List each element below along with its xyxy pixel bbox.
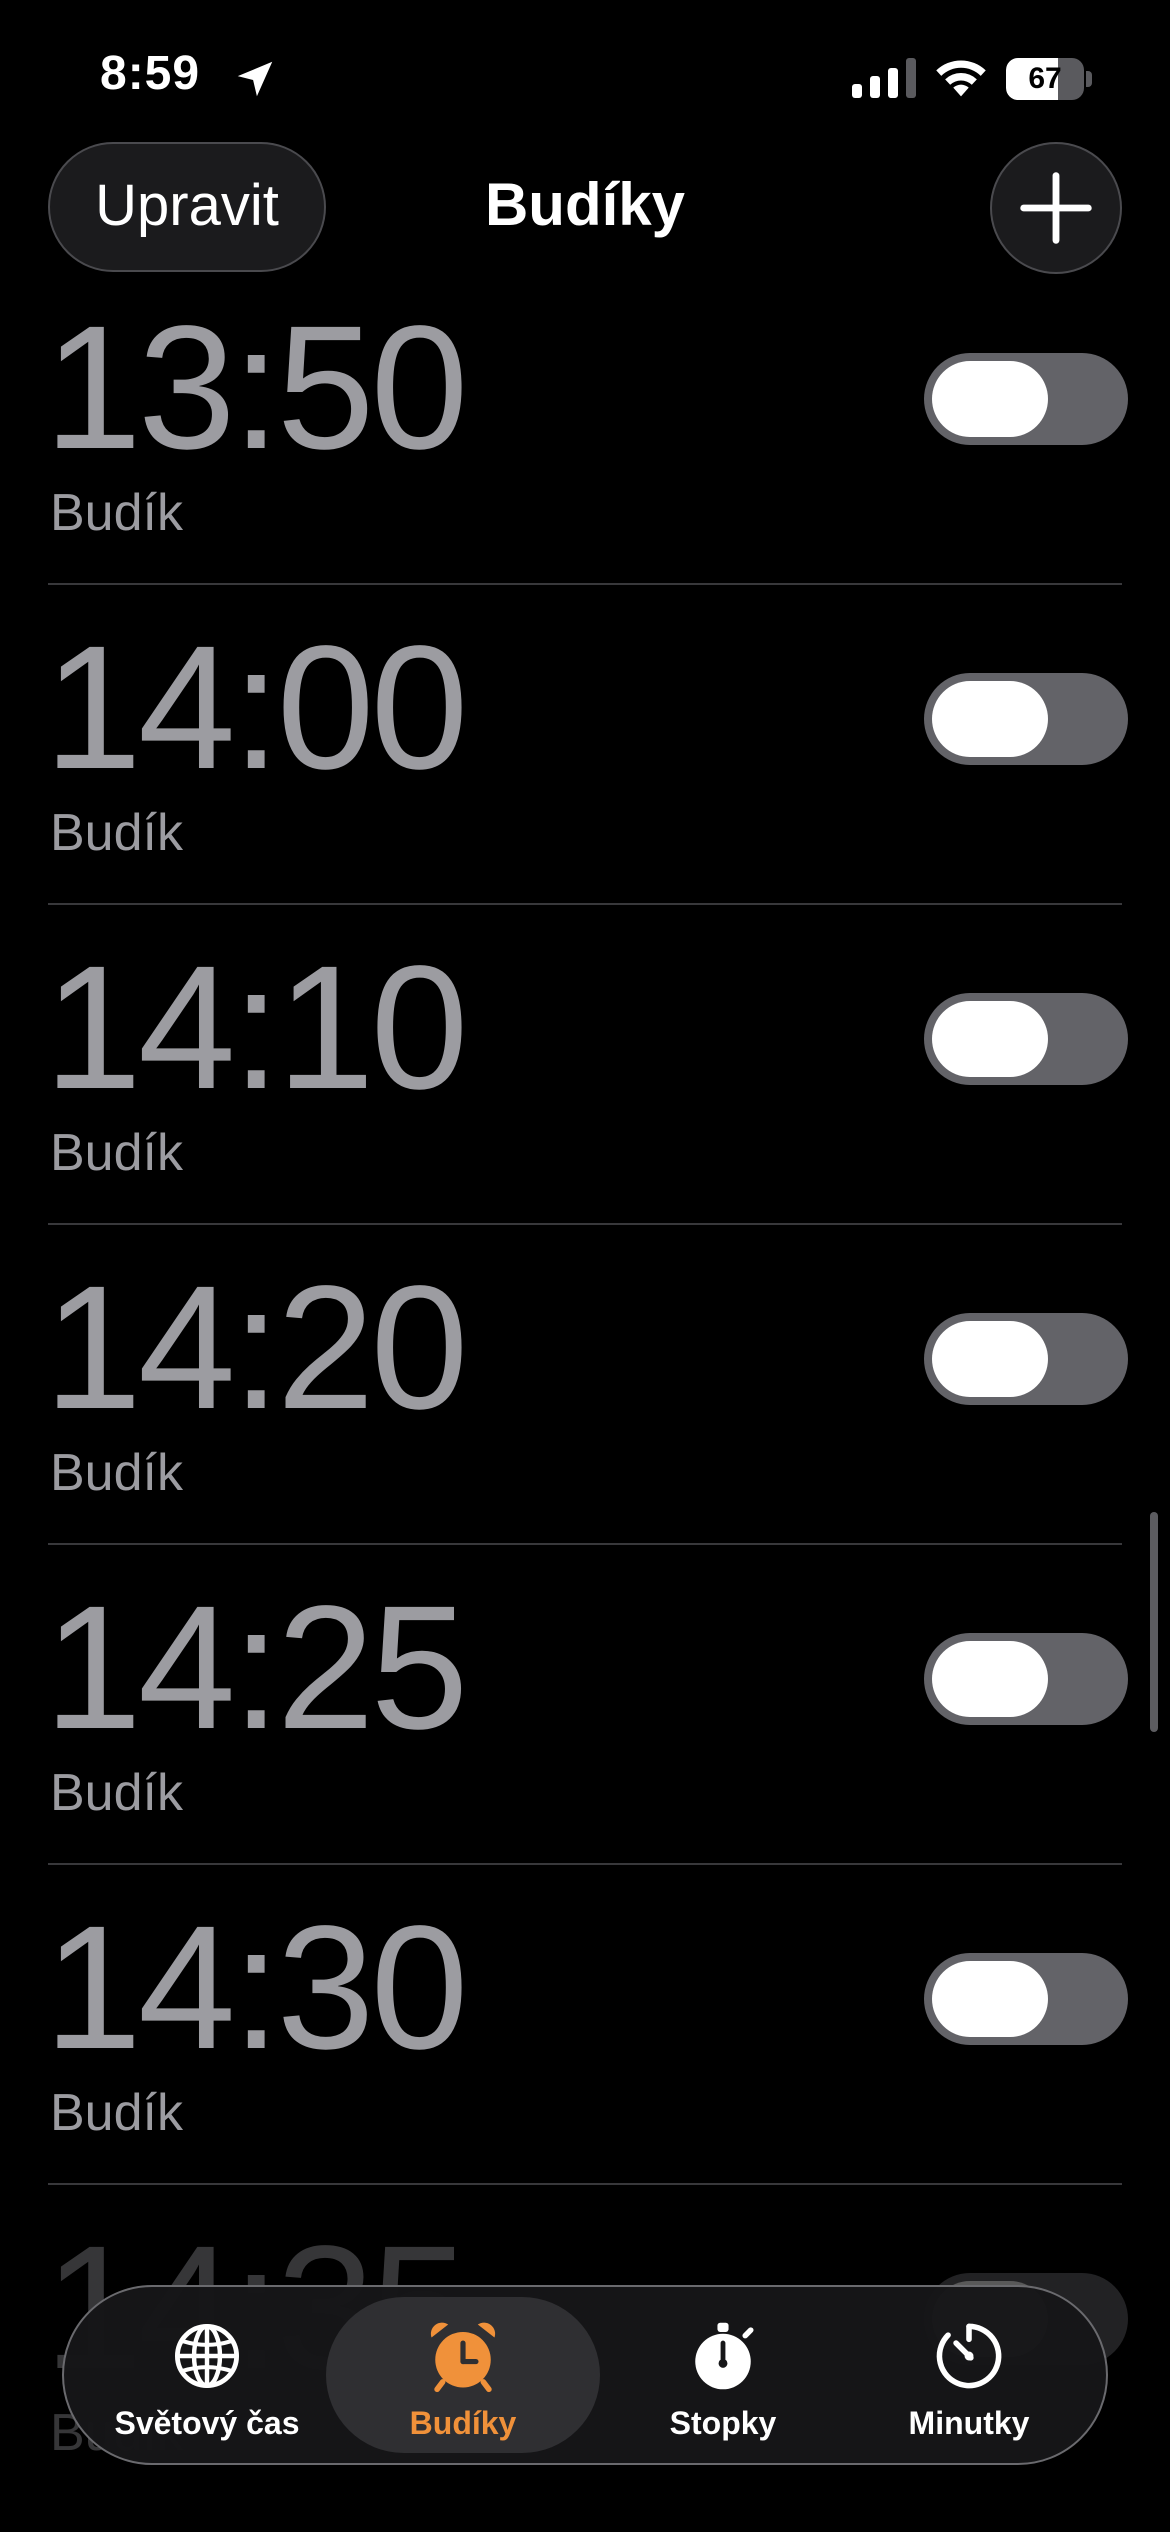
tab-bar: Světový čas Budíky Stopky Minutky [62, 2285, 1108, 2465]
alarm-toggle[interactable] [924, 1313, 1128, 1405]
tab-stopwatch[interactable]: Stopky [600, 2297, 846, 2457]
alarm-label: Budík [50, 1444, 183, 1502]
globe-icon [174, 2323, 240, 2389]
alarm-time: 14:10 [44, 930, 468, 1126]
tab-label: Stopky [669, 2405, 777, 2441]
alarm-label: Budík [50, 804, 183, 862]
timer-icon [936, 2323, 1002, 2389]
alarm-row[interactable]: 14:10 Budík [0, 905, 1170, 1225]
location-arrow-icon [237, 61, 273, 97]
toggle-knob [932, 361, 1048, 437]
status-bar: 8:59 67 [0, 0, 1170, 150]
battery-level: 67 [1028, 62, 1062, 95]
alarm-label: Budík [50, 1124, 183, 1182]
tab-label: Budíky [409, 2405, 517, 2441]
alarm-row[interactable]: 14:30 Budík [0, 1865, 1170, 2185]
add-alarm-button[interactable] [990, 142, 1122, 274]
status-time: 8:59 [100, 47, 201, 100]
alarm-clock-icon [430, 2322, 496, 2393]
tab-timer[interactable]: Minutky [846, 2297, 1092, 2457]
toggle-knob [932, 1641, 1048, 1717]
alarm-row[interactable]: 13:50 Budík [0, 265, 1170, 585]
alarm-row[interactable]: 14:20 Budík [0, 1225, 1170, 1545]
alarm-toggle[interactable] [924, 1633, 1128, 1725]
toggle-knob [932, 1001, 1048, 1077]
alarm-time: 14:25 [44, 1570, 468, 1766]
clock-app-screen: 8:59 67 Upravit Budíky 13:50 Budík 14:00… [0, 0, 1170, 2532]
toggle-knob [932, 681, 1048, 757]
wifi-icon [936, 60, 986, 97]
alarm-label: Budík [50, 1764, 183, 1822]
alarm-row[interactable]: 14:25 Budík [0, 1545, 1170, 1865]
toggle-knob [932, 1961, 1048, 2037]
alarm-row[interactable]: 14:00 Budík [0, 585, 1170, 905]
navigation-bar: Upravit Budíky [0, 130, 1170, 274]
battery-icon: 67 [1006, 58, 1092, 100]
alarm-label: Budík [50, 2084, 183, 2142]
alarm-time: 14:30 [44, 1890, 468, 2086]
alarm-toggle[interactable] [924, 353, 1128, 445]
tab-label: Světový čas [114, 2405, 300, 2441]
alarm-list: 13:50 Budík 14:00 Budík 14:10 Budík 14:2… [0, 265, 1170, 2505]
alarm-toggle[interactable] [924, 1953, 1128, 2045]
scroll-indicator[interactable] [1150, 1512, 1158, 1732]
toggle-knob [932, 1321, 1048, 1397]
tab-world-clock[interactable]: Světový čas [82, 2297, 332, 2457]
cellular-signal-icon [852, 58, 916, 98]
plus-icon [1020, 172, 1092, 244]
tab-label: Minutky [908, 2405, 1030, 2441]
stopwatch-icon [695, 2322, 754, 2390]
alarm-toggle[interactable] [924, 673, 1128, 765]
alarm-time: 13:50 [44, 290, 468, 486]
alarm-toggle[interactable] [924, 993, 1128, 1085]
tab-alarms[interactable]: Budíky [326, 2297, 600, 2457]
alarm-label: Budík [50, 484, 183, 542]
alarm-time: 14:00 [44, 610, 468, 806]
alarm-time: 14:20 [44, 1250, 468, 1446]
